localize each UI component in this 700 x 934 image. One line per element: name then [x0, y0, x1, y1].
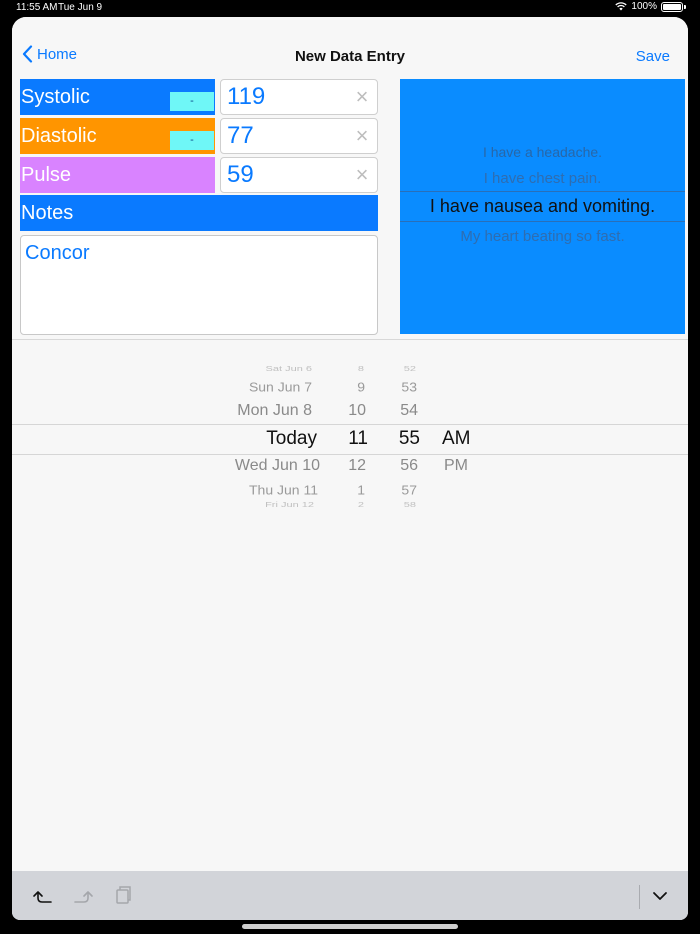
- hour-option[interactable]: 12: [348, 457, 366, 475]
- date-option[interactable]: Sat Jun 6: [266, 365, 312, 373]
- section-divider: [12, 339, 688, 340]
- status-date: Tue Jun 9: [58, 2, 103, 13]
- wifi-icon: [615, 2, 628, 11]
- clipboard-icon[interactable]: [110, 883, 136, 907]
- symptom-option-selected[interactable]: I have nausea and vomiting.: [400, 196, 685, 217]
- notes-textarea[interactable]: Concor: [21, 236, 377, 334]
- date-time-picker[interactable]: Sat Jun 6 Sun Jun 7 Mon Jun 8 Today Wed …: [12, 353, 688, 523]
- picker-selection-line: [12, 454, 688, 455]
- notes-header: Notes: [20, 195, 378, 231]
- minute-option-selected[interactable]: 55: [399, 428, 420, 450]
- status-time: 11:55 AM: [16, 2, 58, 13]
- app-screen: Home New Data Entry Save Systolic - × Di…: [12, 17, 688, 920]
- symptom-picker[interactable]: I have a headache. I have chest pain. I …: [400, 79, 685, 334]
- minute-option[interactable]: 52: [404, 365, 416, 373]
- pulse-input[interactable]: [227, 159, 347, 191]
- hour-option[interactable]: 10: [348, 402, 366, 420]
- minute-option[interactable]: 57: [401, 483, 417, 497]
- clear-x-icon[interactable]: ×: [353, 164, 371, 186]
- picker-selection-line: [400, 191, 685, 192]
- battery-icon: [661, 1, 683, 12]
- navigation-bar: Home New Data Entry Save: [12, 17, 688, 79]
- minute-option[interactable]: 56: [400, 457, 418, 475]
- symptom-option[interactable]: I have chest pain.: [400, 170, 685, 187]
- picker-selection-line: [12, 424, 688, 425]
- date-option[interactable]: Sun Jun 7: [249, 380, 312, 394]
- diastolic-input[interactable]: [227, 120, 347, 152]
- hour-option-selected[interactable]: 11: [348, 428, 368, 450]
- symptom-option[interactable]: My heart beating so fast.: [400, 228, 685, 245]
- minute-option[interactable]: 53: [401, 380, 417, 394]
- undo-icon[interactable]: [30, 883, 56, 907]
- hour-option[interactable]: 2: [358, 501, 364, 509]
- systolic-row: Systolic - ×: [20, 79, 398, 115]
- notes-box: Concor: [20, 235, 378, 335]
- date-option[interactable]: Wed Jun 10: [235, 457, 320, 475]
- measurement-form: Systolic - × Diastolic - × Pulse × Notes…: [20, 79, 398, 341]
- systolic-minus-button[interactable]: -: [170, 92, 214, 111]
- battery-tip: [684, 4, 686, 9]
- pulse-label: Pulse: [20, 157, 215, 193]
- date-option-selected[interactable]: Today: [266, 428, 317, 450]
- save-button[interactable]: Save: [636, 48, 670, 65]
- period-option[interactable]: PM: [444, 457, 468, 475]
- systolic-field-box: ×: [220, 79, 378, 115]
- pulse-row: Pulse ×: [20, 157, 398, 193]
- minute-option[interactable]: 54: [400, 402, 418, 420]
- hour-option[interactable]: 9: [357, 380, 365, 394]
- toolbar-separator: [639, 885, 640, 909]
- keyboard-shortcut-bar: [12, 871, 688, 920]
- clear-x-icon[interactable]: ×: [353, 86, 371, 108]
- date-option[interactable]: Thu Jun 11: [249, 483, 318, 497]
- clear-x-icon[interactable]: ×: [353, 125, 371, 147]
- date-option[interactable]: Mon Jun 8: [237, 402, 312, 420]
- redo-icon[interactable]: [70, 883, 96, 907]
- diastolic-field-box: ×: [220, 118, 378, 154]
- picker-selection-line: [400, 221, 685, 222]
- systolic-input[interactable]: [227, 81, 347, 113]
- chevron-down-icon[interactable]: [647, 883, 673, 907]
- hour-option[interactable]: 1: [357, 483, 365, 497]
- diastolic-minus-button[interactable]: -: [170, 131, 214, 150]
- home-indicator: [242, 924, 458, 929]
- battery-percent: 100%: [631, 1, 657, 12]
- period-option-selected[interactable]: AM: [442, 428, 471, 450]
- date-option[interactable]: Fri Jun 12: [265, 501, 314, 509]
- status-bar: 11:55 AM Tue Jun 9 100%: [0, 0, 700, 16]
- pulse-field-box: ×: [220, 157, 378, 193]
- hour-option[interactable]: 8: [358, 365, 364, 373]
- diastolic-row: Diastolic - ×: [20, 118, 398, 154]
- page-title: New Data Entry: [294, 48, 406, 65]
- symptom-option[interactable]: I have a headache.: [400, 144, 685, 160]
- minute-option[interactable]: 58: [404, 501, 416, 509]
- status-right: 100%: [615, 1, 686, 12]
